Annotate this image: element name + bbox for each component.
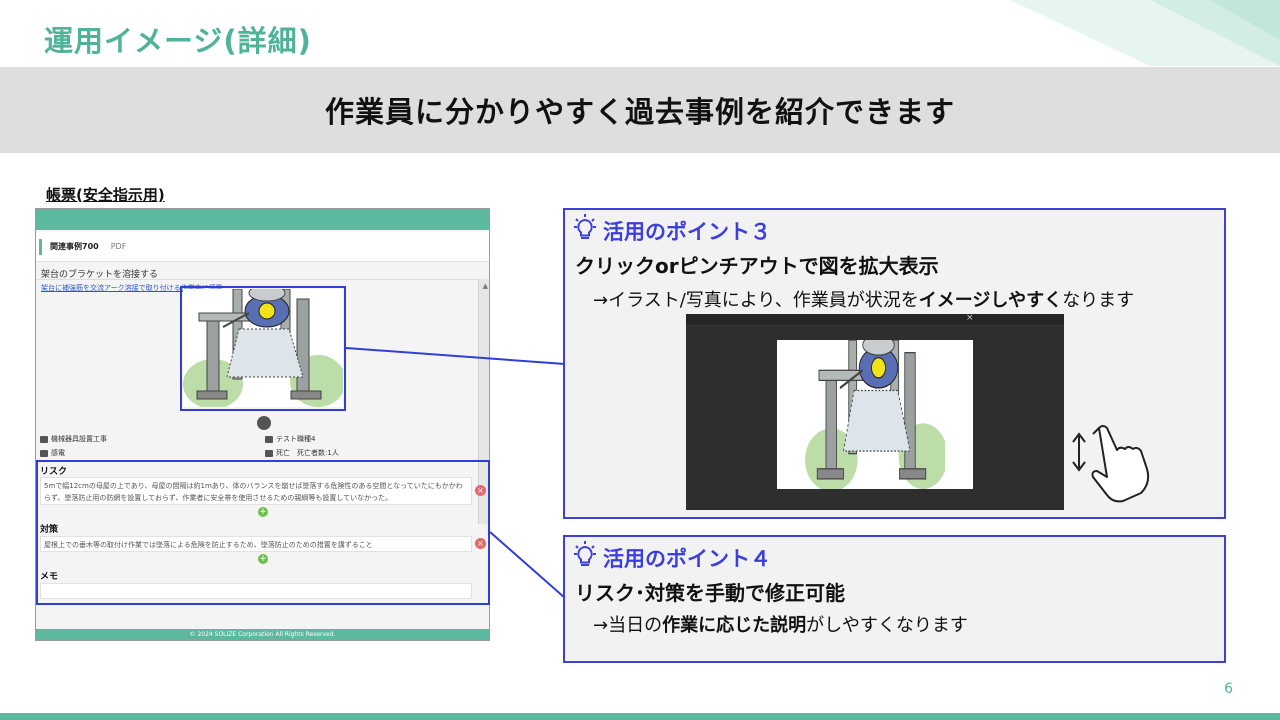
divider [36,279,489,280]
point4-callout: 活用のポイント４ リスク･対策を手動で修正可能 →当日の作業に応じた説明がしやす… [563,535,1226,663]
point3-desc-suffix: なります [1062,290,1135,311]
point3-desc-prefix: →イラスト/写真により、作業員が状況を [593,290,919,311]
point4-desc-prefix: →当日の [593,615,663,636]
meta-industry-text: 機械器具設置工事 [51,435,107,443]
tab-pdf[interactable]: PDF [105,242,133,251]
point4-desc-suffix: がしやすくなります [806,615,968,636]
point3-desc-bold: イメージしやすく [918,290,1063,311]
meta-accident-text: 感電 [51,449,65,457]
image-highlight [180,286,346,411]
page-number: 6 [1224,681,1233,697]
bottom-bar [0,713,1280,720]
app-tabs: 関連事例700 PDF [36,232,489,262]
pinch-zoom-icon [1072,425,1150,503]
point4-desc-bold2: 説明 [770,615,807,636]
app-header-bar [36,209,489,230]
viewer-image-frame [777,340,973,489]
point3-heading: クリックorピンチアウトで図を拡大表示 [575,254,939,278]
slide-title: 運用イメージ(詳細) [44,24,312,58]
app-footer: © 2024 SOLIZE Corporation All Rights Res… [36,629,489,640]
meta-accident-type: 感電 [40,448,65,458]
point4-title: 活用のポイント４ [603,547,771,571]
enlarged-illustration [805,340,945,489]
viewer-topbar [686,314,1064,326]
tab-related-case[interactable]: 関連事例700 [39,238,105,255]
message-banner: 作業員に分かりやすく過去事例を紹介できます [0,67,1280,153]
bolt-icon [40,449,48,457]
enlarged-image-viewer[interactable]: × [686,313,1064,510]
meta-user: テスト職種4 [265,434,315,444]
risk-measure-highlight [36,460,490,605]
meta-industry: 機械器具設置工事 [40,434,107,444]
slide: 運用イメージ(詳細) 作業員に分かりやすく過去事例を紹介できます 帳票(安全指示… [0,0,1280,720]
scroll-up-icon[interactable]: ▲ [483,282,488,290]
meta-user-text: テスト職種4 [276,435,316,443]
meta-casualty-text: 死亡 死亡者数:1人 [276,449,339,457]
image-pager-dot[interactable] [257,416,271,430]
banner-text: 作業員に分かりやすく過去事例を紹介できます [324,95,955,129]
person-icon [265,435,273,443]
lightbulb-icon [574,214,596,239]
point4-description: →当日の作業に応じた説明がしやすくなります [593,611,968,637]
close-icon[interactable]: × [966,313,974,323]
point4-desc-bold1: 作業に応じた [662,615,771,636]
lightbulb-icon [574,541,596,566]
point3-callout: 活用のポイント３ クリックorピンチアウトで図を拡大表示 →イラスト/写真により… [563,208,1226,519]
point4-heading: リスク･対策を手動で修正可能 [575,581,845,605]
form-caption: 帳票(安全指示用) [46,186,165,204]
casualty-icon [265,449,273,457]
building-icon [40,435,48,443]
point3-description: →イラスト/写真により、作業員が状況をイメージしやすくなります [593,286,1134,312]
meta-casualty: 死亡 死亡者数:1人 [265,448,339,458]
point3-title: 活用のポイント３ [603,220,771,244]
